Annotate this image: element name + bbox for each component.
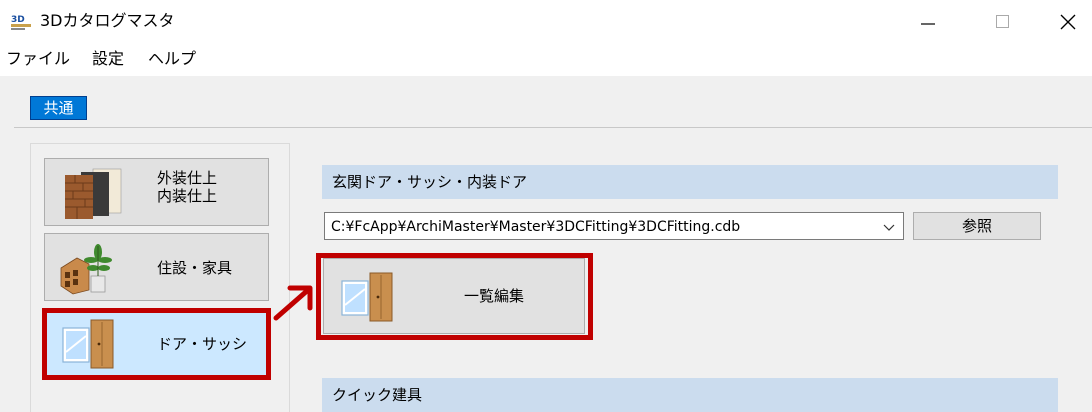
category-button-wall-finish[interactable]: 外装仕上 内装仕上 — [44, 158, 269, 226]
menu-file[interactable]: ファイル — [6, 48, 70, 70]
close-icon — [1060, 14, 1076, 30]
furniture-plant-icon — [60, 244, 112, 295]
category-button-door-sash[interactable]: ドア・サッシ — [44, 309, 269, 377]
door-window-icon — [62, 319, 114, 369]
menu-help[interactable]: ヘルプ — [148, 48, 196, 70]
maximize-icon — [996, 15, 1009, 28]
section-header-quick: クイック建具 — [322, 378, 1058, 412]
list-edit-button[interactable]: 一覧編集 — [323, 258, 585, 334]
title-bar: 3D 3Dカタログマスタ — [0, 0, 1092, 44]
annotation-arrow-icon — [273, 285, 313, 321]
svg-text:3D: 3D — [11, 15, 25, 25]
wall-materials-icon — [65, 168, 122, 219]
tab-common-label: 共通 — [43, 99, 74, 117]
category-label-line1: 外装仕上 — [157, 169, 218, 187]
category-button-furniture[interactable]: 住設・家具 — [44, 233, 269, 301]
minimize-icon — [921, 23, 935, 25]
database-path-combo[interactable]: C:¥FcApp¥ArchiMaster¥Master¥3DCFitting¥3… — [324, 212, 904, 240]
menu-settings[interactable]: 設定 — [92, 48, 124, 70]
category-label: ドア・サッシ — [157, 335, 248, 353]
list-edit-label: 一覧編集 — [464, 287, 525, 305]
window-title: 3Dカタログマスタ — [40, 11, 175, 30]
door-window-icon — [341, 272, 393, 322]
category-label: 住設・家具 — [157, 259, 233, 277]
section-header-door: 玄関ドア・サッシ・内装ドア — [322, 165, 1058, 199]
minimize-button[interactable] — [905, 0, 951, 44]
maximize-button[interactable] — [980, 0, 1026, 44]
chevron-down-icon — [883, 224, 895, 231]
3d-catalog-icon: 3D — [10, 13, 32, 31]
close-button[interactable] — [1045, 0, 1091, 44]
database-path-value: C:¥FcApp¥ArchiMaster¥Master¥3DCFitting¥3… — [331, 219, 741, 235]
menu-bar: ファイル 設定 ヘルプ — [0, 44, 1092, 76]
category-label-line2: 内装仕上 — [157, 187, 218, 205]
tab-divider — [14, 127, 1092, 128]
browse-button[interactable]: 参照 — [913, 212, 1041, 240]
tab-common[interactable]: 共通 — [30, 96, 87, 120]
